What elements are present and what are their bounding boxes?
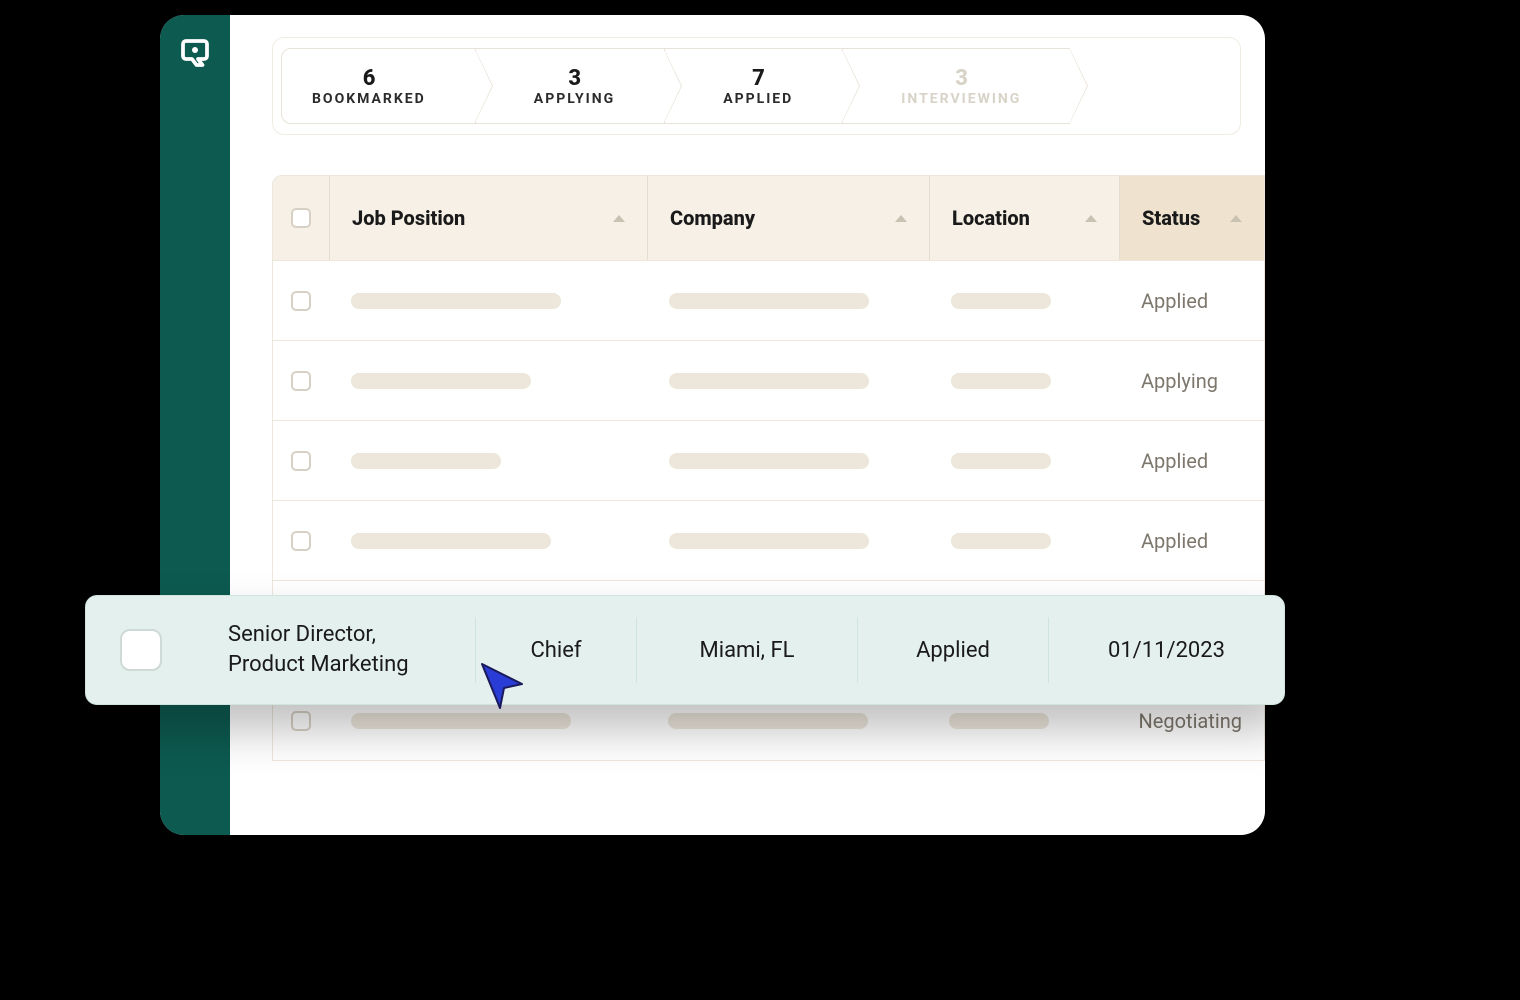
- status-value: Applied: [1141, 449, 1208, 473]
- skeleton: [669, 373, 869, 389]
- column-header-company[interactable]: Company: [647, 176, 929, 260]
- table-row[interactable]: Applied: [273, 260, 1264, 340]
- skeleton: [949, 713, 1049, 729]
- cursor-icon: [478, 660, 530, 712]
- skeleton: [951, 373, 1051, 389]
- skeleton: [669, 453, 869, 469]
- column-label: Company: [670, 206, 755, 230]
- stage-count: 6: [363, 66, 375, 91]
- position-line: Senior Director,: [228, 620, 376, 650]
- column-header-status[interactable]: Status: [1119, 176, 1264, 260]
- stage-count: 3: [955, 66, 967, 91]
- stage-count: 7: [752, 66, 764, 91]
- pipeline-stages: 6 BOOKMARKED 3 APPLYING 7 APPLIED 3 INTE…: [272, 37, 1241, 135]
- row-checkbox[interactable]: [120, 629, 162, 671]
- select-all-checkbox[interactable]: [291, 208, 311, 228]
- app-logo-icon: [177, 35, 213, 71]
- skeleton: [668, 713, 868, 729]
- skeleton: [351, 293, 561, 309]
- skeleton: [951, 533, 1051, 549]
- table-row[interactable]: Applying: [273, 340, 1264, 420]
- stage-count: 3: [568, 66, 580, 91]
- table-row[interactable]: Applied: [273, 500, 1264, 580]
- row-checkbox[interactable]: [291, 451, 311, 471]
- stage-label: APPLYING: [534, 91, 615, 107]
- skeleton: [351, 453, 501, 469]
- stage-interviewing[interactable]: 3 INTERVIEWING: [842, 48, 1070, 124]
- skeleton: [351, 373, 531, 389]
- position-cell: Senior Director, Product Marketing: [200, 617, 475, 683]
- skeleton: [951, 293, 1051, 309]
- date-cell: 01/11/2023: [1049, 617, 1284, 683]
- status-value: Applied: [1141, 529, 1208, 553]
- stage-applied[interactable]: 7 APPLIED: [664, 48, 842, 124]
- column-label: Location: [952, 206, 1030, 230]
- sort-asc-icon: [613, 215, 625, 222]
- stage-applying[interactable]: 3 APPLYING: [475, 48, 664, 124]
- status-value: Applying: [1141, 369, 1218, 393]
- table-header: Job Position Company Location Status: [273, 176, 1264, 260]
- row-checkbox[interactable]: [291, 531, 311, 551]
- status-value: Applied: [1141, 289, 1208, 313]
- stage-label: BOOKMARKED: [312, 91, 426, 107]
- column-header-position[interactable]: Job Position: [329, 176, 647, 260]
- position-line: Product Marketing: [228, 650, 409, 680]
- row-checkbox[interactable]: [291, 371, 311, 391]
- row-checkbox[interactable]: [291, 711, 311, 731]
- stage-bookmarked[interactable]: 6 BOOKMARKED: [281, 48, 475, 124]
- skeleton: [951, 453, 1051, 469]
- column-header-location[interactable]: Location: [929, 176, 1119, 260]
- location-cell: Miami, FL: [637, 617, 857, 683]
- highlighted-row[interactable]: Senior Director, Product Marketing Chief…: [85, 595, 1285, 705]
- app-window: 6 BOOKMARKED 3 APPLYING 7 APPLIED 3 INTE…: [160, 15, 1265, 835]
- skeleton: [669, 293, 869, 309]
- sort-asc-icon: [1230, 215, 1242, 222]
- column-label: Status: [1142, 206, 1200, 230]
- stage-label: INTERVIEWING: [901, 91, 1021, 107]
- row-checkbox[interactable]: [291, 291, 311, 311]
- status-value: Negotiating: [1139, 709, 1242, 733]
- stage-label: APPLIED: [723, 91, 793, 107]
- status-cell: Applied: [858, 617, 1048, 683]
- skeleton: [669, 533, 869, 549]
- sort-asc-icon: [1085, 215, 1097, 222]
- skeleton: [351, 713, 571, 729]
- sidebar: [160, 15, 230, 835]
- table-row[interactable]: Applied: [273, 420, 1264, 500]
- column-label: Job Position: [352, 206, 465, 230]
- sort-asc-icon: [895, 215, 907, 222]
- skeleton: [351, 533, 551, 549]
